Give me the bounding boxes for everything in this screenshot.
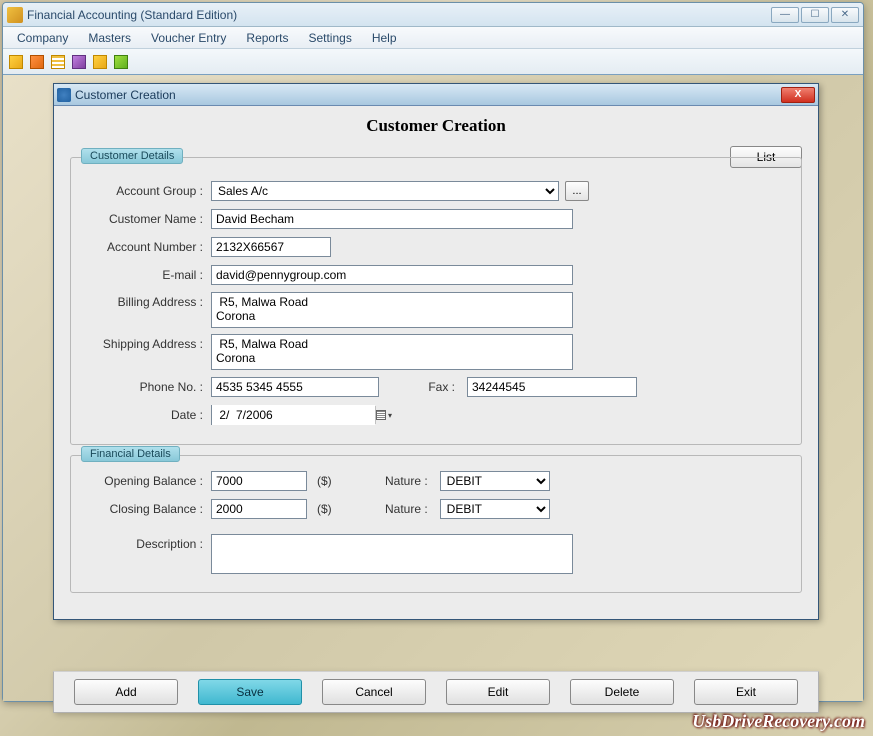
dialog-icon	[57, 88, 71, 102]
app-window: Financial Accounting (Standard Edition) …	[2, 2, 864, 702]
description-label: Description :	[87, 534, 211, 551]
app-icon	[7, 7, 23, 23]
billing-address-input[interactable]	[211, 292, 573, 328]
closing-balance-label: Closing Balance :	[87, 502, 211, 516]
closing-currency-label: ($)	[317, 502, 332, 516]
email-label: E-mail :	[87, 268, 211, 282]
account-group-browse-button[interactable]: ...	[565, 181, 589, 201]
customer-name-label: Customer Name :	[87, 212, 211, 226]
save-button[interactable]: Save	[198, 679, 302, 705]
date-input[interactable]	[212, 405, 375, 425]
opening-balance-input[interactable]	[211, 471, 307, 491]
dialog-titlebar: Customer Creation X	[54, 84, 818, 106]
close-button[interactable]: ✕	[831, 7, 859, 23]
minimize-button[interactable]: —	[771, 7, 799, 23]
toolbar-btn-6[interactable]	[112, 53, 130, 71]
chevron-down-icon: ▾	[388, 411, 392, 420]
toolbar-btn-4[interactable]	[70, 53, 88, 71]
opening-currency-label: ($)	[317, 474, 332, 488]
menu-settings[interactable]: Settings	[298, 29, 361, 47]
tag-icon	[93, 55, 107, 69]
dialog-heading: Customer Creation	[70, 116, 802, 136]
watermark: UsbDriveRecovery.com	[692, 711, 865, 732]
app-title: Financial Accounting (Standard Edition)	[27, 8, 771, 22]
toolbar-btn-1[interactable]	[7, 53, 25, 71]
fax-input[interactable]	[467, 377, 637, 397]
opening-balance-label: Opening Balance :	[87, 474, 211, 488]
phone-label: Phone No. :	[87, 380, 211, 394]
shipping-address-label: Shipping Address :	[87, 334, 211, 351]
customer-details-legend: Customer Details	[81, 148, 183, 164]
account-number-label: Account Number :	[87, 240, 211, 254]
window-controls: — ☐ ✕	[771, 7, 859, 23]
customer-details-fieldset: Customer Details Account Group : Sales A…	[70, 157, 802, 445]
menu-company[interactable]: Company	[7, 29, 78, 47]
folder-icon	[9, 55, 23, 69]
menu-voucher-entry[interactable]: Voucher Entry	[141, 29, 236, 47]
toolbar-btn-5[interactable]	[91, 53, 109, 71]
dialog-title: Customer Creation	[75, 88, 781, 102]
fax-label: Fax :	[405, 380, 455, 394]
closing-nature-label: Nature :	[378, 502, 428, 516]
toolbar-btn-2[interactable]	[28, 53, 46, 71]
account-group-select[interactable]: Sales A/c	[211, 181, 559, 201]
account-group-label: Account Group :	[87, 184, 211, 198]
dialog-close-button[interactable]: X	[781, 87, 815, 103]
closing-nature-select[interactable]: DEBIT	[440, 499, 550, 519]
maximize-button[interactable]: ☐	[801, 7, 829, 23]
customer-name-input[interactable]	[211, 209, 573, 229]
date-picker[interactable]: ▾	[211, 405, 375, 425]
phone-input[interactable]	[211, 377, 379, 397]
toolbar-btn-3[interactable]	[49, 53, 67, 71]
edit-icon	[30, 55, 44, 69]
opening-nature-label: Nature :	[378, 474, 428, 488]
add-button[interactable]: Add	[74, 679, 178, 705]
app-titlebar: Financial Accounting (Standard Edition) …	[3, 3, 863, 27]
opening-nature-select[interactable]: DEBIT	[440, 471, 550, 491]
financial-details-fieldset: Financial Details Opening Balance : ($) …	[70, 455, 802, 593]
edit-button[interactable]: Edit	[446, 679, 550, 705]
date-label: Date :	[87, 408, 211, 422]
sheet-icon	[114, 55, 128, 69]
dialog-body: Customer Creation List Customer Details …	[54, 106, 818, 619]
grid-icon	[51, 55, 65, 69]
content-area: Customer Creation X Customer Creation Li…	[3, 75, 863, 701]
menu-help[interactable]: Help	[362, 29, 407, 47]
toolbar	[3, 49, 863, 75]
description-input[interactable]	[211, 534, 573, 574]
customer-creation-dialog: Customer Creation X Customer Creation Li…	[53, 83, 819, 620]
action-button-bar: Add Save Cancel Edit Delete Exit	[53, 671, 819, 713]
closing-balance-input[interactable]	[211, 499, 307, 519]
shipping-address-input[interactable]	[211, 334, 573, 370]
chart-icon	[72, 55, 86, 69]
financial-details-legend: Financial Details	[81, 446, 180, 462]
menu-masters[interactable]: Masters	[78, 29, 141, 47]
exit-button[interactable]: Exit	[694, 679, 798, 705]
delete-button[interactable]: Delete	[570, 679, 674, 705]
account-number-input[interactable]	[211, 237, 331, 257]
cancel-button[interactable]: Cancel	[322, 679, 426, 705]
billing-address-label: Billing Address :	[87, 292, 211, 309]
date-dropdown-button[interactable]: ▾	[375, 406, 392, 424]
menu-reports[interactable]: Reports	[236, 29, 298, 47]
calendar-icon	[376, 410, 386, 420]
email-input[interactable]	[211, 265, 573, 285]
menubar: Company Masters Voucher Entry Reports Se…	[3, 27, 863, 49]
